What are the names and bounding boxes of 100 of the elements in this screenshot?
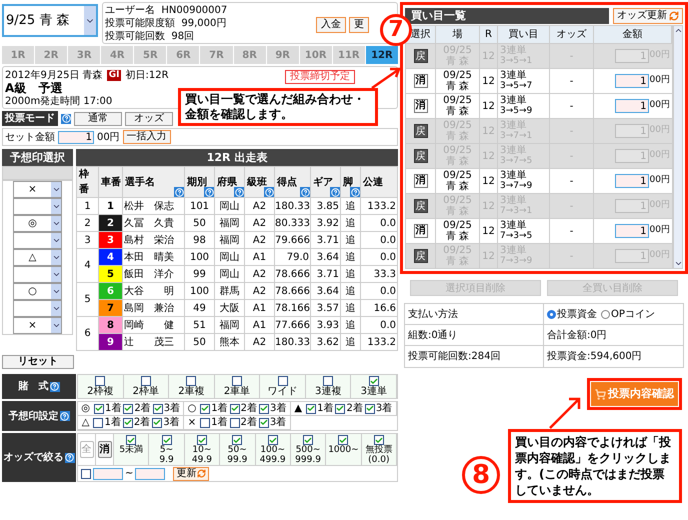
checkbox[interactable]	[278, 376, 288, 386]
restore-button[interactable]: 戻	[414, 149, 428, 163]
mark-select[interactable]	[13, 266, 62, 283]
delete-button[interactable]: 消	[414, 99, 428, 113]
restore-button[interactable]: 戻	[414, 199, 428, 213]
restore-button[interactable]: 戻	[414, 249, 428, 263]
race-day: 初日:12R	[125, 69, 169, 82]
checkbox[interactable]	[374, 435, 384, 445]
delete-button[interactable]: 消	[414, 74, 428, 88]
radio-button[interactable]	[547, 310, 556, 318]
scroll-down-icon[interactable]	[674, 259, 682, 268]
restore-button[interactable]: 戻	[414, 124, 428, 138]
amount-input[interactable]: 1	[58, 130, 94, 144]
delete-button[interactable]: 消	[414, 174, 428, 188]
checkbox[interactable]	[268, 435, 278, 445]
header-button[interactable]: 入金	[316, 17, 346, 33]
update-button[interactable]: 更新	[173, 466, 210, 480]
table-cell: 福岡	[220, 320, 240, 330]
table-cell: 岡山	[220, 252, 240, 262]
checkbox[interactable]	[152, 404, 163, 414]
table-cell: 群馬	[220, 286, 240, 296]
checkbox[interactable]	[123, 404, 134, 414]
checkbox[interactable]	[259, 404, 270, 414]
mode-label: 投票モード	[2, 111, 58, 126]
mark-select[interactable]	[13, 300, 62, 317]
help-icon[interactable]	[50, 382, 60, 392]
table-cell: 0.0	[380, 252, 396, 262]
checkbox[interactable]	[364, 404, 375, 414]
checkbox[interactable]	[232, 435, 242, 445]
checkbox[interactable]	[200, 404, 210, 414]
table-cell-text: -	[570, 150, 574, 164]
checkbox[interactable]	[368, 376, 379, 386]
delete-button[interactable]: 消	[414, 224, 428, 238]
mode-button[interactable]: 通常	[74, 112, 122, 126]
scroll-up-icon[interactable]	[674, 26, 682, 35]
panel-title: 12R 出走表	[76, 149, 398, 166]
mark-select[interactable]	[13, 232, 62, 249]
venue-select[interactable]: 9/25 青 森	[2, 4, 98, 37]
checkbox[interactable]	[323, 376, 334, 386]
amount-input[interactable]: 1	[614, 224, 649, 238]
checkbox[interactable]	[335, 404, 346, 414]
venue-name: 青 森	[446, 181, 470, 192]
help-icon[interactable]	[64, 452, 74, 462]
checkbox[interactable]	[196, 435, 207, 445]
mark-select[interactable]: ○	[13, 283, 62, 300]
checkbox[interactable]	[152, 418, 162, 428]
checkbox[interactable]	[230, 404, 240, 414]
checkbox[interactable]	[122, 418, 133, 428]
mode-button[interactable]: オッズ	[125, 112, 173, 126]
table-cell: 100	[190, 286, 210, 296]
header-button[interactable]: 更	[349, 17, 369, 33]
odds-min-input[interactable]	[93, 468, 123, 480]
scrollbar[interactable]	[673, 25, 683, 269]
mark-select[interactable]	[13, 198, 62, 215]
odds-max-input[interactable]	[135, 468, 166, 480]
car-number: 7	[98, 300, 122, 316]
bulk-input-button[interactable]: 一括入力	[122, 130, 171, 144]
table-cell: A1	[252, 252, 266, 262]
checkbox[interactable]	[306, 404, 316, 414]
checkbox[interactable]	[94, 404, 104, 414]
mark-select[interactable]: △	[13, 249, 62, 266]
amount-input[interactable]: 1	[614, 99, 649, 113]
checkbox[interactable]	[95, 376, 106, 386]
checkbox[interactable]	[230, 418, 240, 428]
row-label: オッズで絞る	[4, 450, 64, 465]
checkbox[interactable]	[232, 376, 242, 386]
amount-input[interactable]: 1	[614, 174, 649, 188]
reset-button[interactable]: リセット	[2, 355, 74, 369]
mark-symbol: ×	[188, 416, 196, 430]
checkbox[interactable]	[338, 435, 348, 445]
step-number: 7	[380, 14, 412, 46]
checkbox[interactable]	[258, 418, 269, 428]
restore-button[interactable]: 戻	[414, 49, 428, 63]
checkbox[interactable]	[126, 435, 136, 445]
place-label: 1着	[317, 403, 334, 414]
mark-select[interactable]: ×	[13, 317, 62, 334]
table-cell: 6	[84, 328, 91, 339]
clear-button[interactable]: 消	[98, 441, 112, 458]
checkbox[interactable]	[303, 435, 314, 445]
table-cell: 79.666	[275, 234, 310, 246]
checkbox[interactable]	[200, 418, 210, 428]
mark-select[interactable]: ◎	[13, 215, 62, 232]
bet-combination: 3→5→7	[500, 81, 534, 92]
range-separator: ~	[125, 467, 134, 481]
table-cell: 1	[84, 200, 91, 212]
checkbox[interactable]	[93, 418, 104, 428]
radio-button[interactable]	[601, 310, 610, 318]
table-cell: 福岡	[220, 218, 240, 228]
table-cell: 0.0	[380, 234, 396, 246]
table-cell-text: 12	[482, 74, 495, 88]
checkbox[interactable]	[140, 376, 151, 386]
grade-badge: GI	[106, 70, 122, 81]
amount-input[interactable]: 1	[614, 74, 649, 88]
checkbox[interactable]	[162, 435, 172, 445]
help-icon[interactable]	[60, 411, 70, 421]
checkbox[interactable]	[186, 376, 196, 386]
race-tab[interactable]: 12R	[366, 46, 398, 64]
checkbox[interactable]	[81, 468, 91, 478]
odds-refresh-button[interactable]: オッズ更新	[613, 8, 683, 24]
mark-select[interactable]: ×	[13, 181, 62, 198]
